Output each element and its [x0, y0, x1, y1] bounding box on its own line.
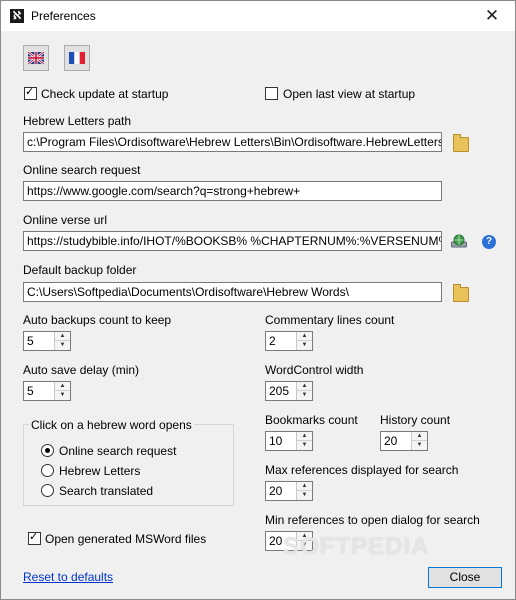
- spin-down-icon[interactable]: ▼: [55, 341, 70, 350]
- auto-save-value: 5: [27, 384, 34, 398]
- softpedia-watermark: SOFTPEDIA: [283, 533, 430, 560]
- spin-up-icon[interactable]: ▲: [55, 332, 70, 341]
- radio-online-search[interactable]: [41, 444, 54, 457]
- globe-icon[interactable]: [451, 234, 467, 248]
- open-msword-checkbox[interactable]: [28, 530, 41, 545]
- folder-icon[interactable]: [453, 134, 469, 152]
- spin-up-icon[interactable]: ▲: [297, 382, 312, 391]
- app-icon: ℵ: [10, 9, 24, 23]
- history-count-spinner[interactable]: 20 ▲ ▼: [380, 431, 428, 451]
- title-bar: ℵ Preferences ✕: [1, 1, 515, 31]
- auto-save-label: Auto save delay (min): [23, 363, 140, 377]
- commentary-lines-label: Commentary lines count: [265, 313, 395, 327]
- spin-down-icon[interactable]: ▼: [297, 491, 312, 500]
- close-button[interactable]: Close: [428, 567, 502, 588]
- backup-folder-label: Default backup folder: [23, 263, 137, 277]
- bookmarks-count-spinner[interactable]: 10 ▲ ▼: [265, 431, 313, 451]
- radio-online-search-label: Online search request: [59, 444, 177, 458]
- spin-up-icon[interactable]: ▲: [55, 382, 70, 391]
- online-search-label: Online search request: [23, 163, 141, 177]
- auto-backups-value: 5: [27, 334, 34, 348]
- spin-up-icon[interactable]: ▲: [297, 482, 312, 491]
- spin-down-icon[interactable]: ▼: [297, 391, 312, 400]
- window-title: Preferences: [31, 9, 96, 23]
- radio-hebrew-letters-label: Hebrew Letters: [59, 464, 141, 478]
- online-verse-url-label: Online verse url: [23, 213, 108, 227]
- uk-flag-icon: [28, 52, 44, 64]
- french-language-button[interactable]: [64, 45, 90, 71]
- spin-down-icon[interactable]: ▼: [297, 341, 312, 350]
- max-references-spinner[interactable]: 20 ▲ ▼: [265, 481, 313, 501]
- folder-icon[interactable]: [453, 284, 469, 302]
- spin-down-icon[interactable]: ▼: [297, 441, 312, 450]
- english-language-button[interactable]: [23, 45, 49, 71]
- wordcontrol-width-spinner[interactable]: 205 ▲ ▼: [265, 381, 313, 401]
- auto-backups-spinner[interactable]: 5 ▲ ▼: [23, 331, 71, 351]
- commentary-lines-spinner[interactable]: 2 ▲ ▼: [265, 331, 313, 351]
- max-references-value: 20: [269, 484, 283, 498]
- radio-search-translated-label: Search translated: [59, 484, 154, 498]
- open-last-view-label: Open last view at startup: [283, 87, 416, 101]
- history-count-label: History count: [380, 413, 451, 427]
- open-msword-label: Open generated MSWord files: [45, 532, 207, 546]
- open-last-view-checkbox[interactable]: [265, 87, 278, 100]
- bookmarks-count-label: Bookmarks count: [265, 413, 358, 427]
- reset-to-defaults-link[interactable]: Reset to defaults: [23, 570, 113, 584]
- spin-down-icon[interactable]: ▼: [55, 391, 70, 400]
- max-references-label: Max references displayed for search: [265, 463, 459, 477]
- history-count-value: 20: [384, 434, 398, 448]
- check-update-label: Check update at startup: [41, 87, 169, 101]
- min-references-value: 20: [269, 534, 283, 548]
- online-verse-url-input[interactable]: https://studybible.info/IHOT/%BOOKSB% %C…: [23, 231, 442, 251]
- hebrew-letters-path-input[interactable]: c:\Program Files\Ordisoftware\Hebrew Let…: [23, 132, 442, 152]
- wordcontrol-width-value: 205: [269, 384, 290, 398]
- spin-down-icon[interactable]: ▼: [412, 441, 427, 450]
- radio-search-translated[interactable]: [41, 484, 54, 497]
- close-icon[interactable]: ✕: [469, 1, 515, 31]
- auto-save-spinner[interactable]: 5 ▲ ▼: [23, 381, 71, 401]
- radio-hebrew-letters[interactable]: [41, 464, 54, 477]
- preferences-window: ℵ Preferences ✕ Check update at startup …: [0, 0, 516, 600]
- online-search-input[interactable]: https://www.google.com/search?q=strong+h…: [23, 181, 442, 201]
- spin-up-icon[interactable]: ▲: [297, 432, 312, 441]
- backup-folder-input[interactable]: C:\Users\Softpedia\Documents\Ordisoftwar…: [23, 282, 442, 302]
- spin-up-icon[interactable]: ▲: [412, 432, 427, 441]
- min-references-label: Min references to open dialog for search: [265, 513, 480, 527]
- bookmarks-count-value: 10: [269, 434, 283, 448]
- france-flag-icon: [69, 52, 85, 64]
- hebrew-letters-path-label: Hebrew Letters path: [23, 114, 132, 128]
- auto-backups-label: Auto backups count to keep: [23, 313, 172, 327]
- wordcontrol-width-label: WordControl width: [265, 363, 364, 377]
- check-update-checkbox[interactable]: [24, 85, 37, 100]
- spin-up-icon[interactable]: ▲: [297, 332, 312, 341]
- commentary-lines-value: 2: [269, 334, 276, 348]
- help-icon[interactable]: ?: [482, 235, 496, 249]
- click-action-group-title: Click on a hebrew word opens: [29, 418, 194, 432]
